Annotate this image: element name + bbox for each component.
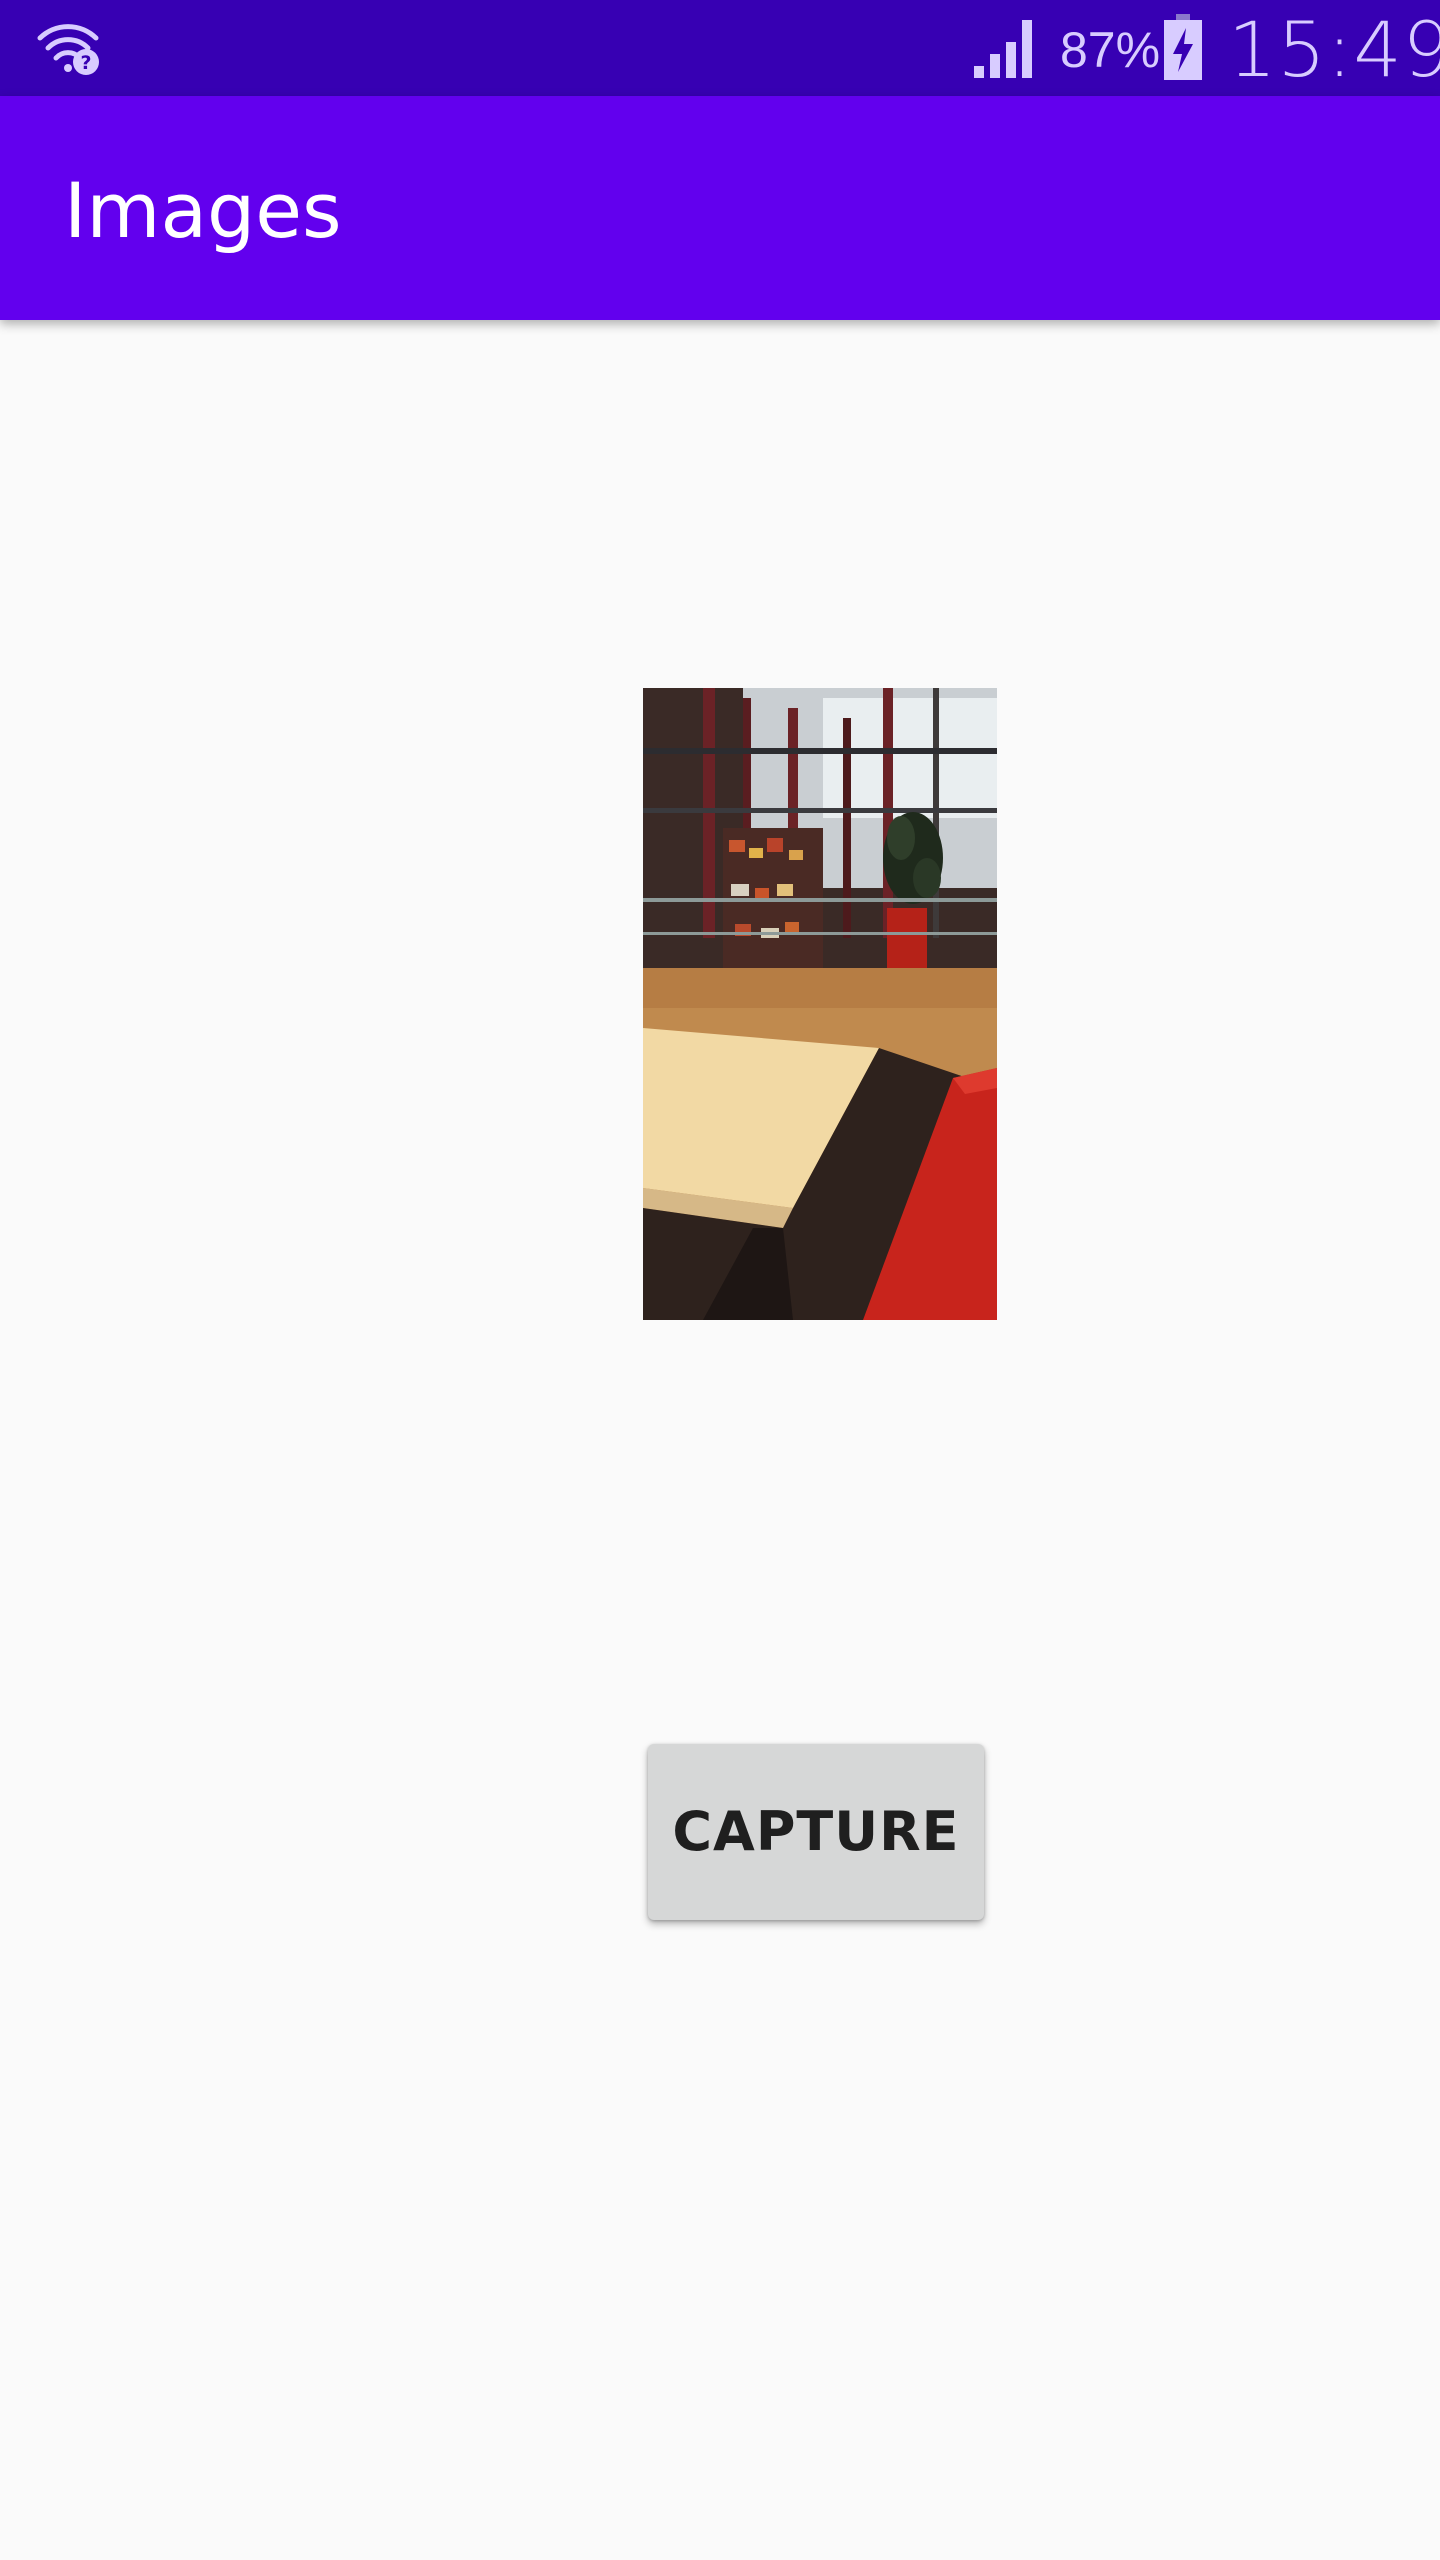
battery-percent: 87% [1060,22,1161,78]
cell-signal-icon [972,16,1040,80]
capture-button[interactable]: CAPTURE [648,1744,984,1920]
captured-photo [643,688,997,1320]
clock: 15:49 [1228,5,1440,94]
app-bar: Images [0,96,1440,320]
svg-text:?: ? [80,52,91,74]
battery-charging-icon [1162,14,1204,82]
wifi-unknown-icon: ? [36,20,100,76]
status-bar: ? 87% 15:49 [0,0,1440,96]
page-title: Images [64,166,342,255]
